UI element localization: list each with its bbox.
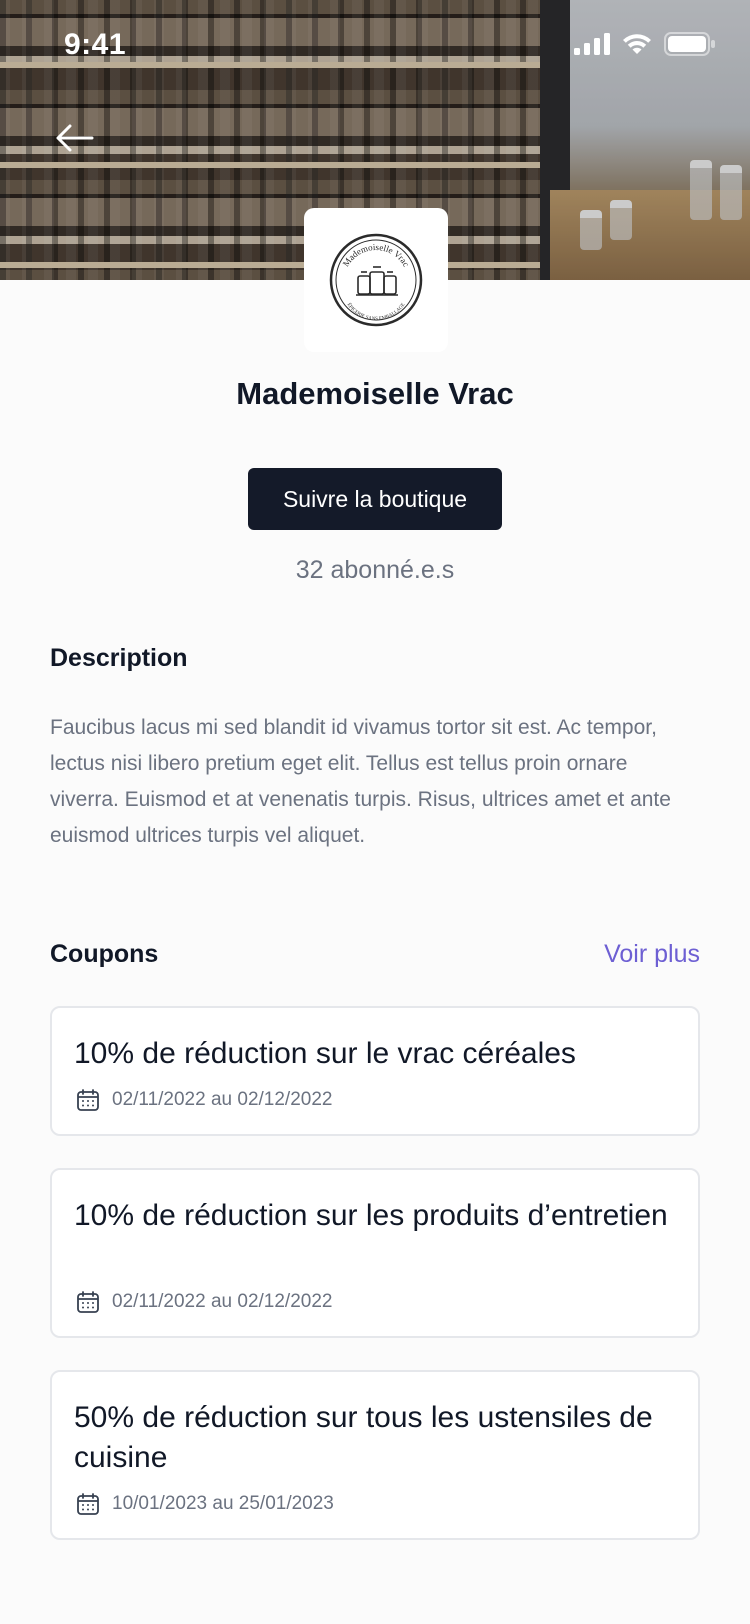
coupon-title: 50% de réduction sur tous les ustensiles…: [74, 1401, 653, 1474]
status-icons: [574, 32, 716, 56]
status-time: 9:41: [64, 28, 127, 61]
shop-name: Mademoiselle Vrac: [236, 376, 514, 411]
shop-logo-stamp: Mademoiselle Vrac ÉPICERIE SANS EMBALLAG…: [329, 233, 423, 327]
coupon-dates: 02/11/2022 au 02/12/2022: [112, 1291, 333, 1312]
coupon-date-row: 10/01/2023 au 25/01/2023: [76, 1492, 334, 1516]
wifi-icon: [623, 34, 651, 54]
coupons-title: Coupons: [50, 940, 159, 968]
coupon-card[interactable]: 10% de réduction sur les produits d’entr…: [50, 1168, 700, 1338]
coupon-card[interactable]: 10% de réduction sur le vrac céréales 02…: [50, 1006, 700, 1136]
cellular-signal-icon: [574, 33, 610, 55]
status-bar: 9:41: [0, 0, 750, 88]
arrow-left-icon: [56, 124, 94, 152]
coupon-date-row: 02/11/2022 au 02/12/2022: [76, 1088, 332, 1112]
coupon-dates: 02/11/2022 au 02/12/2022: [112, 1089, 333, 1110]
coupon-dates: 10/01/2023 au 25/01/2023: [112, 1493, 334, 1514]
coupon-title: 10% de réduction sur le vrac céréales: [74, 1037, 576, 1070]
description-title: Description: [50, 644, 188, 672]
battery-icon: [664, 32, 715, 56]
back-button[interactable]: [48, 112, 100, 164]
follow-shop-button[interactable]: Suivre la boutique: [248, 468, 502, 530]
shop-logo: Mademoiselle Vrac ÉPICERIE SANS EMBALLAG…: [304, 208, 448, 352]
followers-count: 32 abonné.e.s: [295, 556, 455, 584]
calendar-icon: [77, 1291, 99, 1313]
coupon-date-row: 02/11/2022 au 02/12/2022: [76, 1290, 332, 1314]
calendar-icon: [77, 1493, 99, 1515]
coupon-card[interactable]: 50% de réduction sur tous les ustensiles…: [50, 1370, 700, 1540]
svg-text:Mademoiselle Vrac: Mademoiselle Vrac: [341, 242, 412, 268]
coupon-title: 10% de réduction sur les produits d’entr…: [74, 1199, 668, 1232]
calendar-icon: [77, 1089, 99, 1111]
see-more-link[interactable]: Voir plus: [604, 940, 700, 969]
description-text: Faucibus lacus mi sed blandit id vivamus…: [50, 716, 671, 847]
